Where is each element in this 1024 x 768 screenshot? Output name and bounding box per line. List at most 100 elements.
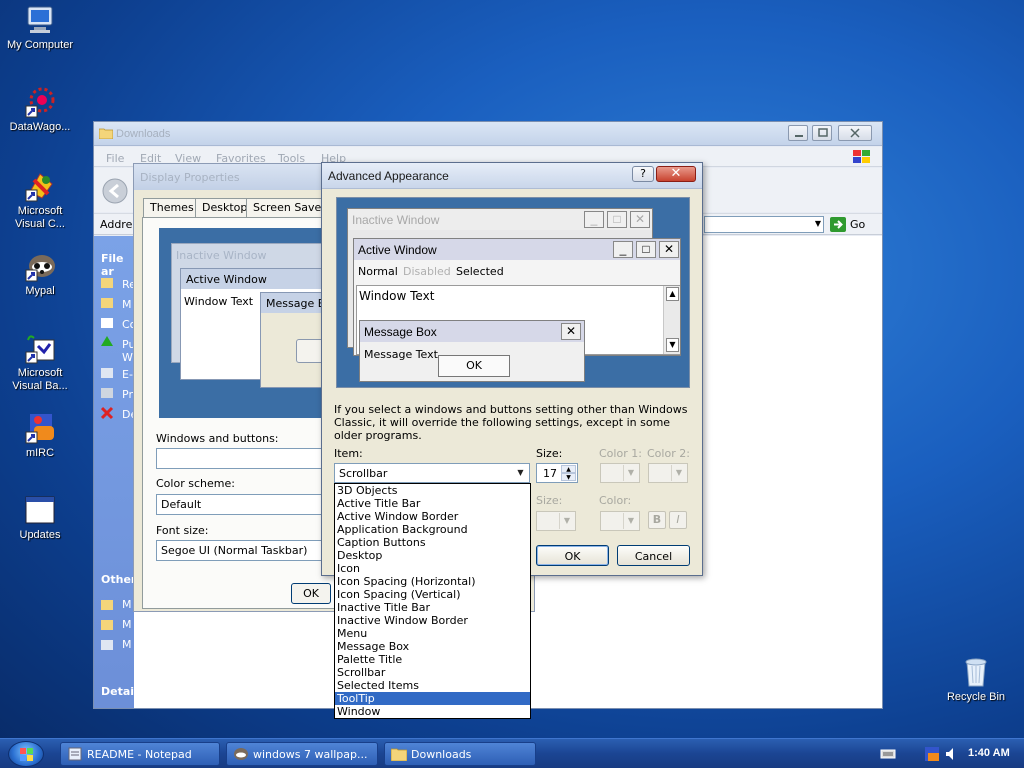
taskbar-button-notepad[interactable]: README - Notepad — [60, 742, 220, 766]
visual-c-icon — [24, 170, 56, 202]
chevron-down-icon[interactable]: ▼ — [815, 219, 821, 228]
cancel-button[interactable]: Cancel — [617, 545, 690, 566]
other-place-icons — [101, 598, 115, 658]
desktop-icon-mypal[interactable]: Mypal — [0, 250, 80, 298]
minimize-button[interactable] — [788, 125, 808, 141]
desktop-icon-datawago[interactable]: DataWago... — [0, 86, 80, 134]
dropdown-option[interactable]: Application Background — [335, 523, 530, 536]
font-size-select[interactable]: Segoe UI (Normal Taskbar) — [156, 540, 331, 561]
visual-basic-icon — [24, 332, 56, 364]
tab-screen-saver[interactable]: Screen Saver — [246, 198, 333, 217]
desktop-icon-label: Recycle Bin — [946, 691, 1006, 703]
help-button[interactable]: ? — [632, 166, 654, 182]
preview-window-text: Window Text — [184, 295, 254, 308]
start-button[interactable] — [8, 741, 44, 767]
raccoon-browser-icon — [233, 747, 249, 761]
item-select[interactable]: Scrollbar ▼ — [334, 463, 530, 483]
color2-picker[interactable]: ▼ — [648, 463, 688, 483]
desktop-icon-updates[interactable]: Updates — [0, 494, 80, 542]
preview-active-titlebar: Active Window — [181, 269, 339, 289]
font-color-picker[interactable]: ▼ — [600, 511, 640, 531]
task-item[interactable]: E- — [122, 368, 133, 381]
bold-button[interactable]: B — [648, 511, 666, 529]
advanced-preview: Inactive Window _ □ ✕ Active Window _ □ … — [336, 197, 690, 388]
preview-msgbox-title: Message Box — [364, 325, 437, 339]
appearance-preview: Inactive Window Active Window Window Tex… — [159, 228, 341, 418]
font-size-select[interactable]: ▼ — [536, 511, 576, 531]
other-place-item[interactable]: M — [122, 638, 132, 651]
mypal-raccoon-icon — [24, 250, 56, 282]
preview-menu-selected: Selected — [456, 265, 504, 278]
chevron-down-icon: ▼ — [559, 513, 574, 529]
taskbar-clock[interactable]: 1:40 AM — [968, 747, 1010, 759]
ok-button[interactable]: OK — [536, 545, 609, 566]
task-item[interactable]: M — [122, 298, 132, 311]
advanced-appearance-titlebar[interactable]: Advanced Appearance ? ✕ — [322, 163, 702, 189]
tab-themes[interactable]: Themes — [143, 198, 201, 217]
other-places-header[interactable]: Other — [101, 573, 136, 586]
preview-msgbox-text: Message Text — [364, 348, 438, 361]
dropdown-option[interactable]: Palette Title — [335, 653, 530, 666]
go-arrow-icon[interactable] — [830, 217, 846, 232]
dropdown-option[interactable]: Icon Spacing (Vertical) — [335, 588, 530, 601]
spin-down-icon[interactable]: ▼ — [561, 473, 576, 481]
maximize-button[interactable] — [812, 125, 832, 141]
chevron-down-icon: ▼ — [671, 465, 686, 481]
back-arrow-icon[interactable] — [102, 178, 128, 204]
desktop-icon-label: mIRC — [25, 447, 55, 459]
downloads-titlebar[interactable]: Downloads — [94, 122, 882, 146]
go-button[interactable]: Go — [850, 218, 865, 231]
color2-label: Color 2: — [647, 447, 690, 460]
dropdown-option[interactable]: Icon Spacing (Horizontal) — [335, 575, 530, 588]
dropdown-option[interactable]: 3D Objects — [335, 484, 530, 497]
scroll-down-icon: ▼ — [666, 338, 679, 352]
taskbar-button-label: README - Notepad — [87, 748, 192, 761]
dropdown-option[interactable]: Active Title Bar — [335, 497, 530, 510]
preview-inactive-title: Inactive Window — [176, 249, 267, 262]
size-spinner[interactable]: 17 ▲ ▼ — [536, 463, 578, 483]
dropdown-option[interactable]: Caption Buttons — [335, 536, 530, 549]
dropdown-option[interactable]: Message Box — [335, 640, 530, 653]
menu-file[interactable]: File — [106, 152, 124, 165]
color-scheme-select[interactable]: Default — [156, 494, 331, 515]
dropdown-option[interactable]: Inactive Title Bar — [335, 601, 530, 614]
desktop-icon-recycle-bin[interactable]: Recycle Bin — [936, 656, 1016, 704]
file-tasks-header[interactable]: File ar — [101, 252, 134, 278]
other-place-item[interactable]: M — [122, 618, 132, 631]
close-button[interactable]: ✕ — [656, 166, 696, 182]
dropdown-option[interactable]: Selected Items — [335, 679, 530, 692]
spin-up-icon[interactable]: ▲ — [561, 465, 576, 473]
dropdown-option[interactable]: Window — [335, 705, 530, 718]
tray-app-icon[interactable] — [924, 746, 940, 762]
desktop-icon-visual-c[interactable]: Microsoft Visual C... — [0, 170, 80, 231]
dropdown-option[interactable]: Scrollbar — [335, 666, 530, 679]
dropdown-option[interactable]: Icon — [335, 562, 530, 575]
taskbar-button-downloads[interactable]: Downloads — [384, 742, 536, 766]
desktop-icon-mirc[interactable]: mIRC — [0, 412, 80, 460]
details-header[interactable]: Detail — [101, 685, 138, 698]
desktop-icon-visual-basic[interactable]: Microsoft Visual Ba... — [0, 332, 80, 393]
dropdown-option[interactable]: Inactive Window Border — [335, 614, 530, 627]
speaker-icon[interactable] — [944, 747, 958, 761]
color1-picker[interactable]: ▼ — [600, 463, 640, 483]
minimize-icon: _ — [584, 211, 604, 228]
dropdown-option[interactable]: Desktop — [335, 549, 530, 562]
preview-scrollbar: ▲ ▼ — [663, 286, 680, 354]
close-button[interactable] — [838, 125, 872, 141]
windows-buttons-select[interactable] — [156, 448, 331, 469]
task-item[interactable]: Pr — [122, 388, 133, 401]
item-select-value: Scrollbar — [339, 467, 388, 480]
address-input[interactable]: ▼ — [704, 216, 824, 233]
chevron-down-icon[interactable]: ▼ — [513, 465, 528, 481]
dropdown-option[interactable]: Menu — [335, 627, 530, 640]
dropdown-option[interactable]: Active Window Border — [335, 510, 530, 523]
preview-menu-normal: Normal — [358, 265, 398, 278]
ok-button[interactable]: OK — [291, 583, 331, 604]
keyboard-icon[interactable] — [880, 748, 896, 760]
italic-button[interactable]: I — [669, 511, 687, 529]
desktop-icon-my-computer[interactable]: My Computer — [0, 4, 80, 52]
other-place-item[interactable]: M — [122, 598, 132, 611]
item-dropdown-list[interactable]: 3D Objects Active Title Bar Active Window … — [334, 483, 531, 719]
dropdown-option[interactable]: ToolTip — [335, 692, 530, 705]
taskbar-button-wallpaper[interactable]: windows 7 wallpap... — [226, 742, 378, 766]
